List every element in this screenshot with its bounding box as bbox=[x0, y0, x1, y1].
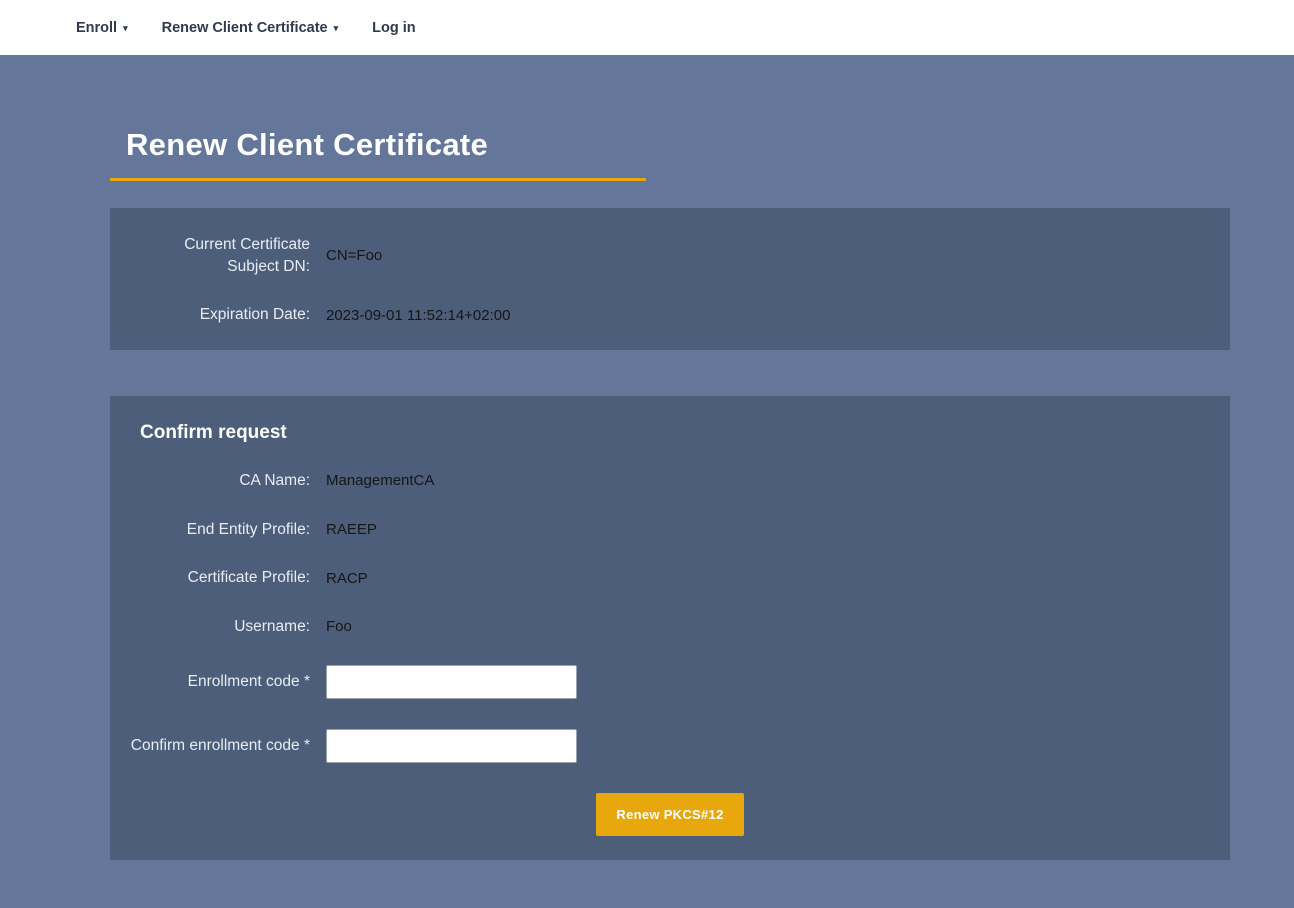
certificate-profile-row: Certificate Profile: RACP bbox=[130, 567, 1210, 589]
enrollment-code-row: Enrollment code * bbox=[130, 665, 1210, 699]
certificate-info-panel: Current Certificate Subject DN: CN=Foo E… bbox=[110, 208, 1230, 350]
top-navbar: Enroll ▾ Renew Client Certificate ▾ Log … bbox=[0, 0, 1294, 55]
confirm-enrollment-code-row: Confirm enrollment code * bbox=[130, 729, 1210, 763]
username-value: Foo bbox=[326, 618, 1210, 635]
end-entity-profile-row: End Entity Profile: RAEEP bbox=[130, 519, 1210, 541]
confirm-request-panel: Confirm request CA Name: ManagementCA En… bbox=[110, 396, 1230, 860]
chevron-down-icon: ▾ bbox=[123, 24, 128, 33]
nav-item-log-in[interactable]: Log in bbox=[372, 20, 416, 36]
nav-item-enroll-label: Enroll bbox=[76, 20, 117, 36]
renew-pkcs12-button[interactable]: Renew PKCS#12 bbox=[596, 793, 743, 836]
expiration-date-row: Expiration Date: 2023-09-01 11:52:14+02:… bbox=[130, 304, 1210, 326]
nav-item-renew-client-certificate[interactable]: Renew Client Certificate ▾ bbox=[162, 20, 339, 36]
confirm-request-heading: Confirm request bbox=[140, 422, 1210, 444]
end-entity-profile-label: End Entity Profile: bbox=[130, 519, 310, 541]
subject-dn-label: Current Certificate Subject DN: bbox=[130, 234, 310, 277]
nav-item-enroll[interactable]: Enroll ▾ bbox=[76, 20, 128, 36]
certificate-profile-value: RACP bbox=[326, 570, 1210, 587]
certificate-profile-label: Certificate Profile: bbox=[130, 567, 310, 589]
subject-dn-row: Current Certificate Subject DN: CN=Foo bbox=[130, 234, 1210, 277]
confirm-enrollment-code-input[interactable] bbox=[326, 729, 577, 763]
enrollment-code-label: Enrollment code * bbox=[130, 671, 310, 693]
nav-item-log-in-label: Log in bbox=[372, 20, 416, 36]
ca-name-label: CA Name: bbox=[130, 470, 310, 492]
page-title-underline: Renew Client Certificate bbox=[110, 127, 646, 181]
username-row: Username: Foo bbox=[130, 616, 1210, 638]
page-title: Renew Client Certificate bbox=[126, 127, 646, 163]
ca-name-value: ManagementCA bbox=[326, 472, 1210, 489]
end-entity-profile-value: RAEEP bbox=[326, 521, 1210, 538]
confirm-enrollment-code-label: Confirm enrollment code * bbox=[130, 735, 310, 757]
enrollment-code-input[interactable] bbox=[326, 665, 577, 699]
username-label: Username: bbox=[130, 616, 310, 638]
ca-name-row: CA Name: ManagementCA bbox=[130, 470, 1210, 492]
chevron-down-icon: ▾ bbox=[334, 24, 339, 33]
submit-button-row: Renew PKCS#12 bbox=[130, 793, 1210, 836]
subject-dn-value: CN=Foo bbox=[326, 247, 1210, 264]
nav-item-renew-label: Renew Client Certificate bbox=[162, 20, 328, 36]
expiration-date-value: 2023-09-01 11:52:14+02:00 bbox=[326, 307, 1210, 324]
expiration-date-label: Expiration Date: bbox=[130, 304, 310, 326]
